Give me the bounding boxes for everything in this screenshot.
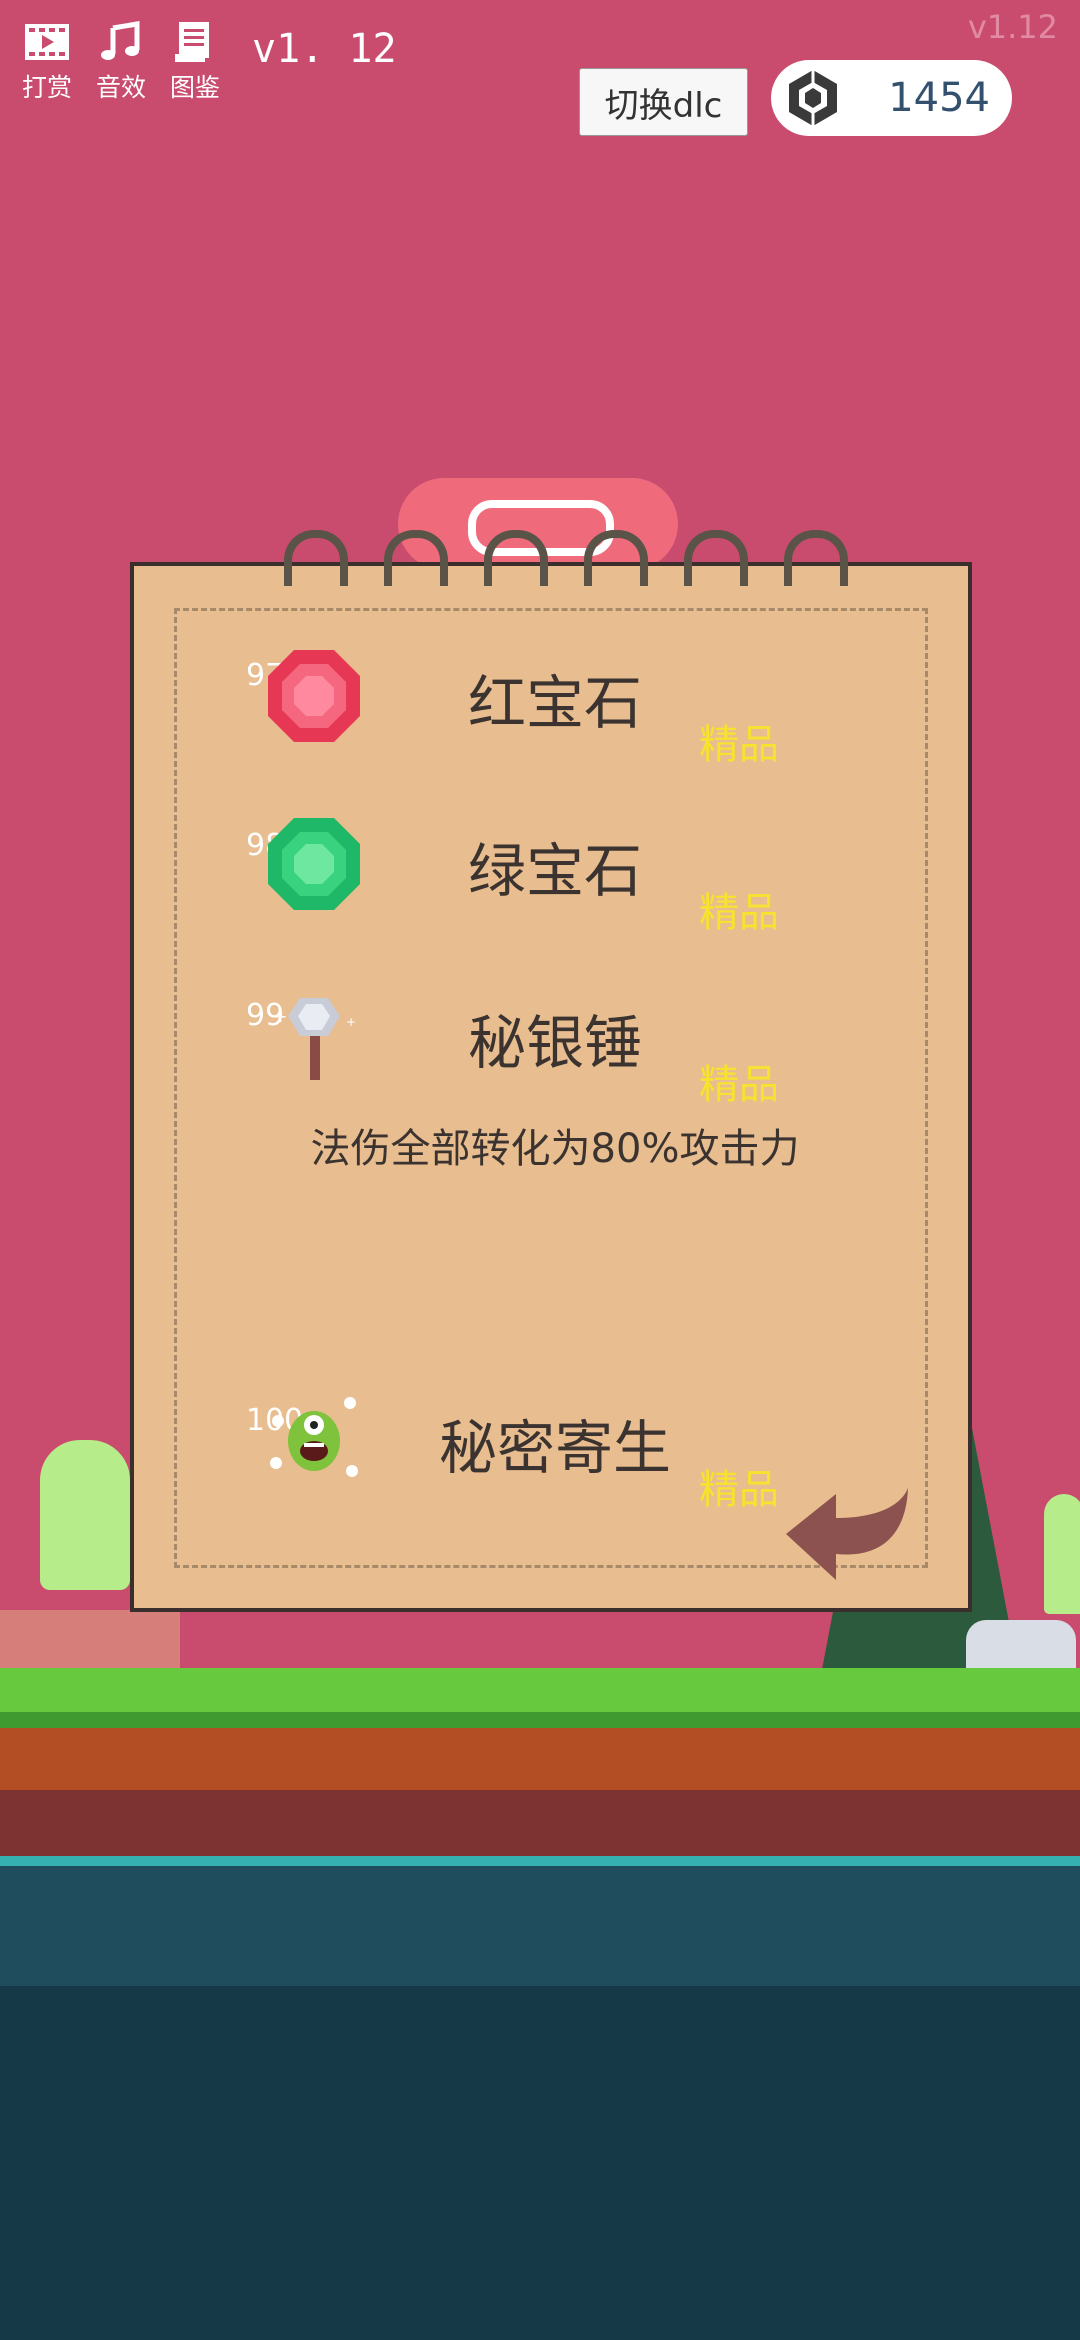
list-item[interactable]: 98 绿宝石 精品 — [134, 816, 968, 966]
deep-dirt-layer — [0, 1790, 1080, 1856]
item-name: 绿宝石 — [467, 837, 642, 905]
sound-label: 音效 — [96, 73, 147, 102]
left-tree — [40, 1440, 130, 1590]
scroll-ring — [284, 530, 348, 586]
grass-edge — [0, 1712, 1080, 1728]
quality-tag: 精品 — [699, 890, 779, 936]
fence — [0, 1610, 180, 1668]
gem-counter: 1454 — [771, 60, 1012, 136]
top-toolbar: 打赏 音效 图鉴 v1. 12 — [22, 20, 397, 104]
corner-version-label: v1.12 — [967, 8, 1058, 46]
catalog-label: 图鉴 — [170, 73, 221, 102]
catalog-scroll-panel: 97 红宝石 精品 98 绿宝石 精品 99 + + 秘银锤 精品 法伤全部转化… — [130, 530, 972, 1612]
scroll-ring — [384, 530, 448, 586]
sound-button[interactable]: 音效 — [96, 20, 146, 104]
film-icon — [25, 24, 69, 60]
version-label: v1. 12 — [252, 26, 397, 72]
quality-tag: 精品 — [699, 1467, 779, 1513]
scroll-ring — [584, 530, 648, 586]
item-name: 秘密寄生 — [438, 1414, 671, 1482]
quality-tag: 精品 — [699, 722, 779, 768]
catalog-button[interactable]: 图鉴 — [170, 20, 220, 104]
reward-button[interactable]: 打赏 — [22, 20, 72, 104]
right-tree — [1044, 1494, 1080, 1614]
scroll-ring — [684, 530, 748, 586]
item-name: 秘银锤 — [467, 1009, 642, 1077]
hexagon-gem-icon — [789, 70, 837, 126]
switch-dlc-button[interactable]: 切换dlc — [579, 68, 748, 136]
item-description: 法伤全部转化为80%攻击力 — [310, 1126, 800, 1172]
gem-count: 1454 — [888, 75, 990, 121]
quality-tag: 精品 — [699, 1062, 779, 1108]
music-note-icon — [101, 21, 140, 60]
document-icon — [175, 22, 210, 62]
scroll-ring — [784, 530, 848, 586]
back-arrow-icon[interactable] — [782, 1488, 912, 1584]
list-item[interactable]: 99 + + 秘银锤 精品 法伤全部转化为80%攻击力 — [134, 986, 968, 1216]
scroll-ring — [484, 530, 548, 586]
water-band — [0, 1866, 1080, 1986]
list-item[interactable]: 97 红宝石 精品 — [134, 646, 968, 796]
stone — [966, 1620, 1076, 1668]
item-name: 红宝石 — [467, 669, 642, 737]
reward-label: 打赏 — [22, 73, 73, 102]
water-surface — [0, 1856, 1080, 1866]
